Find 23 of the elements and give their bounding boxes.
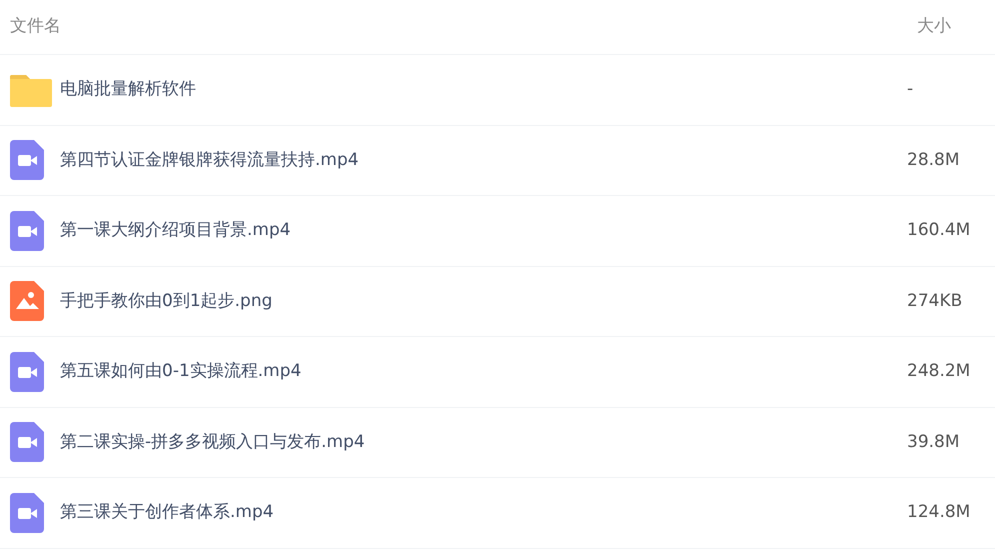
file-size: 274KB: [907, 290, 962, 312]
file-size: 28.8M: [907, 148, 960, 172]
image-file-icon: [10, 281, 44, 322]
video-file-icon: [10, 352, 44, 392]
file-name[interactable]: 电脑批量解析软件: [60, 77, 907, 102]
folder-icon: [10, 72, 52, 107]
file-name[interactable]: 第五课如何由0-1实操流程.mp4: [60, 359, 907, 384]
file-name[interactable]: 第二课实操-拼多多视频入口与发布.mp4: [60, 430, 907, 455]
file-name[interactable]: 手把手教你由0到1起步.png: [60, 288, 907, 314]
file-name[interactable]: 第三课关于创作者体系.mp4: [60, 500, 907, 526]
file-size: 39.8M: [907, 430, 960, 454]
column-header: 大小: [917, 15, 951, 38]
file-size: 160.4M: [907, 219, 970, 242]
video-file-icon: [10, 210, 44, 251]
video-file-icon: [10, 492, 44, 533]
file-size: -: [907, 78, 914, 101]
file-size: 124.8M: [907, 501, 970, 524]
file-size: 248.2M: [907, 360, 970, 383]
video-file-icon: [10, 422, 44, 462]
video-file-icon: [10, 140, 44, 180]
column-header: 文件名: [9, 15, 62, 38]
file-name[interactable]: 第一课大纲介绍项目背景.mp4: [60, 218, 907, 244]
file-name[interactable]: 第四节认证金牌银牌获得流量扶持.mp4: [60, 148, 907, 173]
